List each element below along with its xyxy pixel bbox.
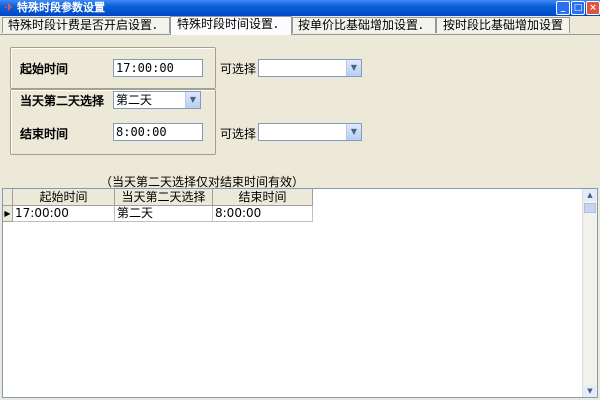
chevron-down-icon[interactable]: ▼ <box>185 92 200 108</box>
scroll-down-icon[interactable]: ▼ <box>583 385 597 397</box>
vertical-scrollbar[interactable]: ▲ ▼ <box>582 189 597 397</box>
chevron-down-icon[interactable]: ▼ <box>346 60 361 76</box>
end-time-input[interactable]: 8:00:00 <box>113 123 203 141</box>
row-pointer-icon[interactable]: ▶ <box>3 206 13 222</box>
next-day-value: 第二天 <box>116 93 153 107</box>
optional-start-label: 可选择 <box>220 62 257 76</box>
close-button[interactable]: × <box>586 1 600 15</box>
column-header-end-time[interactable]: 结束时间 <box>213 189 313 206</box>
tab-period-settings[interactable]: 按时段比基础增加设置 <box>436 17 570 33</box>
scroll-thumb[interactable] <box>584 203 596 213</box>
end-time-label: 结束时间 <box>20 127 69 141</box>
next-day-select[interactable]: 第二天 ▼ <box>113 91 201 109</box>
chevron-down-icon[interactable]: ▼ <box>346 124 361 140</box>
tab-bar: 特殊时段计费是否开启设置． 特殊时段时间设置． 按单价比基础增加设置． 按时段比… <box>0 16 600 35</box>
column-header-next-day[interactable]: 当天第二天选择 <box>115 189 213 206</box>
title-bar[interactable]: ✈ 特殊时段参数设置 _ □ × <box>0 0 600 16</box>
optional-end-select[interactable]: ▼ <box>258 123 362 141</box>
table-row-cell-end-time[interactable]: 8:00:00 <box>213 206 313 222</box>
time-grid[interactable]: 起始时间 当天第二天选择 结束时间 ▶ 17:00:00 第二天 8:00:00… <box>2 188 598 398</box>
tab-enable-settings[interactable]: 特殊时段计费是否开启设置． <box>2 17 170 33</box>
grid-corner <box>3 189 13 206</box>
tab-time-settings[interactable]: 特殊时段时间设置． <box>170 16 292 35</box>
start-time-label: 起始时间 <box>20 62 69 76</box>
table-row-cell-next-day[interactable]: 第二天 <box>115 206 213 222</box>
maximize-button[interactable]: □ <box>571 1 585 15</box>
next-day-label: 当天第二天选择 <box>20 94 105 108</box>
scroll-up-icon[interactable]: ▲ <box>583 189 597 201</box>
minimize-button[interactable]: _ <box>556 1 570 15</box>
column-header-start-time[interactable]: 起始时间 <box>13 189 115 206</box>
start-time-input[interactable]: 17:00:00 <box>113 59 203 77</box>
optional-start-select[interactable]: ▼ <box>258 59 362 77</box>
table-row-cell-start-time[interactable]: 17:00:00 <box>13 206 115 222</box>
tab-unit-price-settings[interactable]: 按单价比基础增加设置． <box>292 17 436 33</box>
window-title: 特殊时段参数设置 <box>17 1 105 14</box>
app-icon: ✈ <box>4 1 14 14</box>
optional-end-label: 可选择 <box>220 127 257 141</box>
